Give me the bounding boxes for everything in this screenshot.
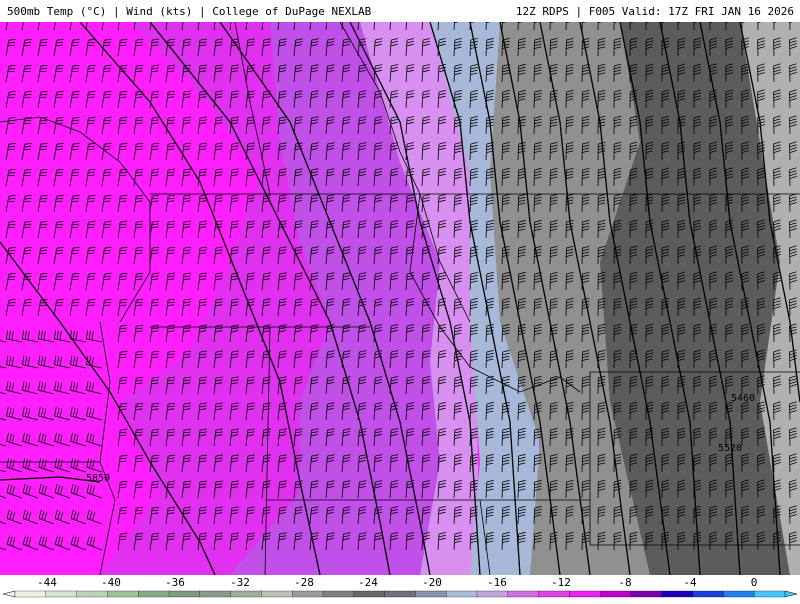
wind-barb-staff <box>550 326 551 342</box>
colorbar-swatch <box>261 591 292 597</box>
wind-barb-staff <box>550 456 551 472</box>
map-header: 500mb Temp (°C) | Wind (kts) | College o… <box>0 0 800 22</box>
wind-barb-staff <box>550 508 551 524</box>
colorbar-tick: -32 <box>230 576 250 589</box>
wind-barb-staff <box>550 404 551 420</box>
colorbar-swatch <box>600 591 631 597</box>
wind-barb-staff <box>550 144 551 160</box>
wind-barb-staff <box>550 482 551 498</box>
colorbar-swatch <box>169 591 200 597</box>
wind-barb-staff <box>790 22 791 30</box>
wind-barb-staff <box>550 300 551 316</box>
colorbar-swatch <box>15 591 46 597</box>
wind-barb-staff <box>550 118 551 134</box>
colorbar-tick: -44 <box>37 576 57 589</box>
colorbar-tick: -16 <box>487 576 507 589</box>
colorbar-swatch <box>323 591 354 597</box>
colorbar-swatch <box>415 591 446 597</box>
wind-barb-staff <box>550 40 551 56</box>
weather-map: 5850 5460 5520 <box>0 22 800 575</box>
contour-label-5520: 5520 <box>718 443 742 454</box>
wind-barb-staff <box>550 196 551 212</box>
colorbar-swatch <box>662 591 693 597</box>
colorbar-swatch <box>631 591 662 597</box>
temperature-shading <box>0 22 800 575</box>
colorbar-tick: -8 <box>618 576 631 589</box>
colorbar-swatch <box>200 591 231 597</box>
colorbar-swatch <box>569 591 600 597</box>
wind-barb-staff <box>550 534 551 550</box>
colorbar-swatch <box>508 591 539 597</box>
colorbar-tick: -36 <box>165 576 185 589</box>
colorbar-swatch <box>138 591 169 597</box>
wind-barb-staff <box>550 222 551 238</box>
colorbar-arrow-low <box>3 591 15 597</box>
colorbar-swatch <box>693 591 724 597</box>
colorbar-tick: -24 <box>358 576 378 589</box>
colorbar-tick: -12 <box>551 576 571 589</box>
wind-barb-staff <box>550 92 551 108</box>
colorbar-swatch <box>754 591 785 597</box>
wind-barb-staff <box>550 22 551 30</box>
wind-barb-staff <box>550 378 551 394</box>
contour-label-5460: 5460 <box>731 393 755 404</box>
wind-barb-staff <box>550 66 551 82</box>
wind-barb-staff <box>550 274 551 290</box>
colorbar-tick: 0 <box>751 576 758 589</box>
temperature-colorbar: -44 -40 -36 -32 -28 -24 -20 -16 -12 -8 -… <box>0 575 800 600</box>
product-title: 500mb Temp (°C) | Wind (kts) | College o… <box>7 5 371 18</box>
colorbar-tick: -4 <box>683 576 697 589</box>
colorbar-swatch <box>539 591 570 597</box>
colorbar-swatch <box>46 591 77 597</box>
colorbar-tick: -28 <box>294 576 314 589</box>
colorbar-tick: -20 <box>422 576 442 589</box>
colorbar-swatch <box>477 591 508 597</box>
colorbar-swatch <box>385 591 416 597</box>
wind-barb-staff <box>550 430 551 446</box>
colorbar-tick: -40 <box>101 576 121 589</box>
colorbar-swatch <box>446 591 477 597</box>
wind-barb-staff <box>550 248 551 264</box>
colorbar-swatch <box>723 591 754 597</box>
colorbar-swatch <box>231 591 262 597</box>
colorbar-swatch <box>354 591 385 597</box>
colorbar-swatch <box>107 591 138 597</box>
colorbar-swatches <box>3 591 797 597</box>
wind-barb-staff <box>550 170 551 186</box>
contour-label-5850: 5850 <box>86 473 110 484</box>
colorbar-tick-labels: -44 -40 -36 -32 -28 -24 -20 -16 -12 -8 -… <box>37 576 757 589</box>
wind-barb-staff <box>550 352 551 368</box>
colorbar-arrow-high <box>785 591 797 597</box>
colorbar-swatch <box>292 591 323 597</box>
colorbar-swatch <box>77 591 108 597</box>
model-valid-time: 12Z RDPS | F005 Valid: 17Z FRI JAN 16 20… <box>516 5 794 18</box>
